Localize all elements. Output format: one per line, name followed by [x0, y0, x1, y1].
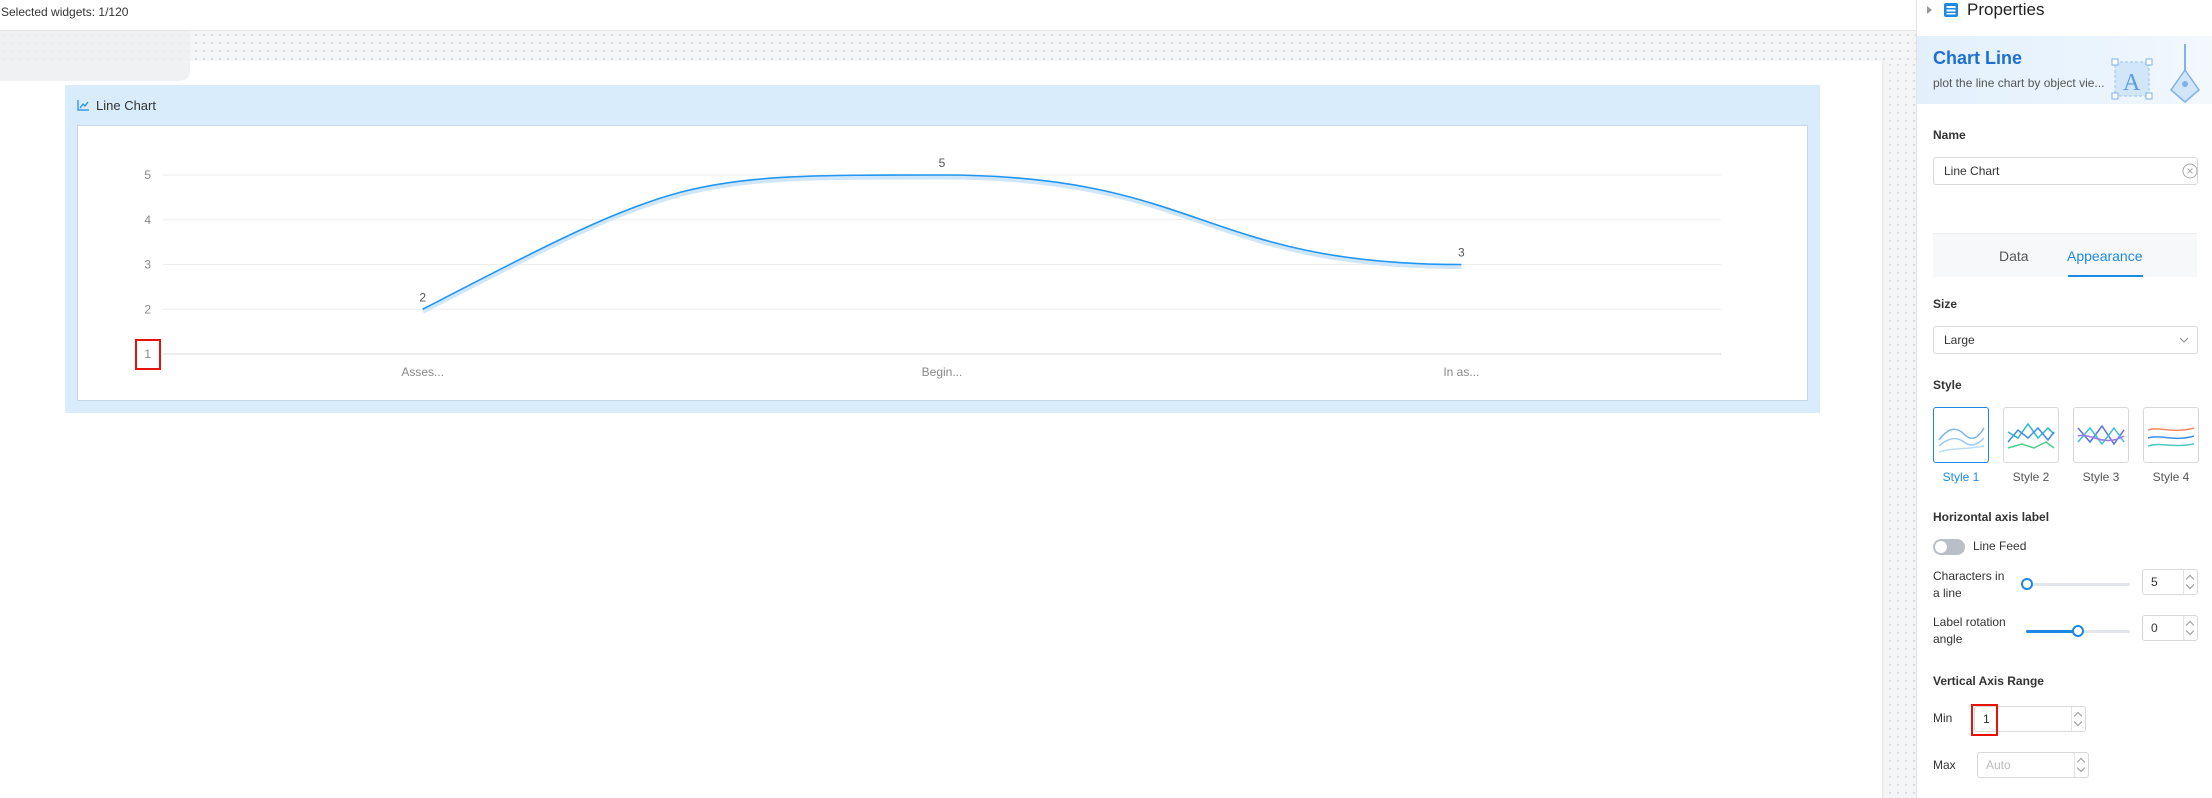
design-tools-icon: A: [2111, 44, 2201, 103]
selected-widgets-count: Selected widgets: 1/120: [1, 5, 129, 19]
x-tick-label: Begin...: [922, 365, 963, 379]
chart-plot-area[interactable]: 1 2 3 4 5 Asses... Begin... In as... 2 5 3: [77, 125, 1808, 401]
size-select[interactable]: Large: [1933, 326, 2198, 354]
style-4-preview-icon: [2147, 427, 2195, 447]
name-label: Name: [1933, 128, 1966, 142]
chevron-down-icon: [2179, 337, 2189, 343]
data-label: 2: [419, 290, 426, 304]
line-chart-widget[interactable]: Line Chart 1 2 3 4 5 Asses... Begin... In as...…: [65, 85, 1820, 413]
widget-header: Line Chart: [77, 97, 156, 113]
name-input[interactable]: Line Chart: [1933, 157, 2198, 185]
y-tick-label: 5: [144, 168, 151, 182]
style-option-4[interactable]: [2143, 407, 2199, 463]
series-line-shadow: [421, 174, 1462, 314]
style-option-3[interactable]: [2073, 407, 2129, 463]
line-feed-toggle[interactable]: [1933, 539, 1965, 555]
toggle-knob: [1935, 541, 1947, 553]
line-feed-label: Line Feed: [1973, 539, 2027, 553]
canvas-ruler-strip: [0, 31, 1916, 61]
spin-down-icon[interactable]: [2076, 763, 2086, 773]
horizontal-axis-label-heading: Horizontal axis label: [1933, 510, 2050, 524]
spin-down-icon[interactable]: [2185, 626, 2195, 636]
style-1-preview-icon: [1938, 427, 1985, 453]
y-axis-min-highlight: [135, 339, 161, 370]
rotation-slider-fill: [2026, 630, 2078, 633]
canvas-area[interactable]: Selected widgets: 1/120 Line Chart 12345…: [0, 0, 1916, 798]
rotation-angle-input[interactable]: 0: [2142, 615, 2198, 641]
canvas-right-margin: [1886, 61, 1916, 798]
max-spinner[interactable]: [2074, 753, 2088, 777]
min-input-highlight: [1971, 704, 1998, 736]
collapse-caret-icon[interactable]: [1927, 6, 1932, 14]
y-tick-label: 3: [144, 258, 151, 272]
style-option-2[interactable]: [2003, 407, 2059, 463]
rotation-slider-handle[interactable]: [2072, 625, 2084, 637]
chars-in-line-spinner[interactable]: [2183, 570, 2197, 594]
properties-panel: Properties Chart Line plot the line char…: [1916, 0, 2212, 798]
chars-in-line-input[interactable]: 5: [2142, 569, 2198, 595]
size-label: Size: [1933, 297, 1958, 311]
style-3-preview-icon: [2077, 424, 2125, 446]
chars-in-line-slider-track[interactable]: [2026, 583, 2130, 586]
x-tick-label: In as...: [1443, 365, 1479, 379]
banner-description: plot the line chart by object vie...: [1933, 76, 2105, 90]
style-2-preview-icon: [2007, 422, 2055, 449]
max-input[interactable]: Auto: [1977, 752, 2089, 778]
line-chart-svg: 12345Asses... Begin... In as...253: [144, 156, 1721, 379]
name-input-value: Line Chart: [1944, 164, 2000, 178]
spin-down-icon[interactable]: [2185, 580, 2195, 590]
style-1-label: Style 1: [1942, 470, 1980, 484]
page-edge-shadow: [1882, 61, 1886, 798]
style-2-label: Style 2: [2012, 470, 2050, 484]
min-spinner[interactable]: [2071, 707, 2085, 731]
property-tabs: Data Appearance: [1933, 233, 2197, 277]
active-tab-underline: [2068, 275, 2143, 277]
style-label: Style: [1933, 378, 1962, 392]
data-label: 5: [939, 156, 946, 170]
style-4-label: Style 4: [2152, 470, 2190, 484]
style-3-label: Style 3: [2082, 470, 2120, 484]
svg-text:A: A: [2123, 70, 2141, 96]
tab-appearance[interactable]: Appearance: [2067, 248, 2143, 264]
series-line: [422, 174, 1462, 310]
vertical-axis-range-heading: Vertical Axis Range: [1933, 674, 2044, 688]
panel-title: Properties: [1967, 0, 2045, 19]
rotation-spinner[interactable]: [2183, 616, 2197, 640]
tab-data[interactable]: Data: [1999, 248, 2029, 264]
size-select-value: Large: [1944, 333, 1975, 347]
properties-icon: [1944, 3, 1958, 17]
y-tick-label: 4: [144, 213, 151, 227]
banner-title: Chart Line: [1933, 48, 2023, 68]
clear-icon[interactable]: [2182, 163, 2198, 179]
component-banner: Chart Line plot the line chart by object…: [1917, 36, 2212, 104]
chars-in-line-value: 5: [2151, 575, 2158, 589]
rotation-angle-label: Label rotation angle: [1933, 615, 2006, 646]
widget-title: Line Chart: [96, 97, 156, 113]
chars-in-line-label: Characters in a line: [1933, 569, 2005, 600]
spin-down-icon[interactable]: [2073, 717, 2083, 727]
canvas-topbar: Selected widgets: 1/120: [0, 0, 1916, 31]
panel-header: Properties: [1917, 0, 2212, 22]
rotation-angle-value: 0: [2151, 621, 2158, 635]
line-chart-icon: [77, 100, 89, 111]
max-input-placeholder: Auto: [1986, 758, 2011, 772]
x-tick-label: Asses...: [401, 365, 444, 379]
canvas-ghost-tab: [0, 31, 190, 81]
style-option-1[interactable]: [1933, 407, 1989, 463]
chars-in-line-slider-handle[interactable]: [2021, 578, 2033, 590]
data-label: 3: [1458, 246, 1465, 260]
y-tick-label: 2: [144, 302, 151, 316]
